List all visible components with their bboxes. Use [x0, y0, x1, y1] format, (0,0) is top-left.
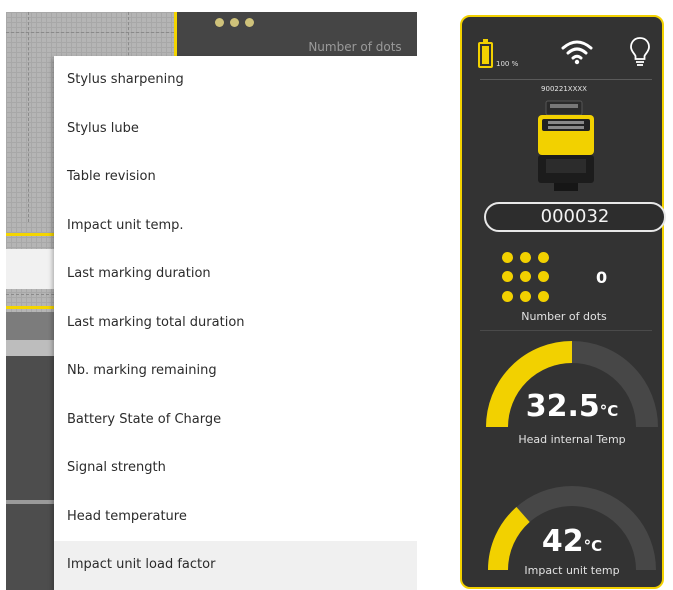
marking-device-image [538, 100, 594, 191]
impact-temp-label: Impact unit temp [524, 564, 620, 577]
head-temp-label: Head internal Temp [518, 433, 626, 446]
menu-item[interactable]: Last marking total duration [54, 299, 417, 348]
widget-selector-menu: Stylus sharpening Stylus lube Table revisi… [54, 56, 417, 590]
dots-icon [502, 252, 556, 304]
left-screenshot: Number of dots Stylus sharpening Stylus l… [6, 12, 417, 590]
menu-item[interactable]: Impact unit temp. [54, 202, 417, 251]
dot-count-value: 0 [596, 268, 608, 287]
menu-item[interactable]: Battery State of Charge [54, 396, 417, 445]
head-temp-value: 32.5°C [525, 389, 619, 424]
canvas-band [6, 249, 54, 289]
marking-counter: 000032 [484, 202, 666, 232]
impact-temp-value: 42°C [541, 524, 603, 559]
impact-temp-gauge: 42°C Impact unit temp [484, 482, 660, 587]
menu-item[interactable]: Signal strength [54, 444, 417, 493]
wifi-icon [561, 40, 593, 65]
device-status-panel: 100 % 900221XXXX 000032 0 Number of dots… [458, 12, 668, 590]
menu-item[interactable]: Impact unit load factor [54, 541, 417, 590]
dots-widget: Number of dots [177, 12, 417, 56]
panel-frame: 100 % 900221XXXX 000032 0 Number of dots… [460, 15, 666, 589]
head-temp-gauge: 32.5°C Head internal Temp [484, 337, 660, 447]
dot-count-label: Number of dots [521, 310, 607, 323]
menu-item[interactable]: Nb. marking remaining [54, 347, 417, 396]
device-serial: 900221XXXX [541, 85, 587, 93]
battery-icon [478, 39, 493, 68]
menu-item[interactable]: Last marking duration [54, 250, 417, 299]
menu-item[interactable]: Head temperature [54, 493, 417, 542]
menu-item[interactable]: Table revision [54, 153, 417, 202]
battery-percent: 100 % [496, 60, 519, 68]
lightbulb-icon[interactable] [629, 36, 651, 68]
dots-icon [215, 18, 254, 27]
menu-item[interactable]: Stylus sharpening [54, 56, 417, 105]
dots-widget-label: Number of dots [308, 40, 402, 54]
menu-item[interactable]: Stylus lube [54, 105, 417, 154]
